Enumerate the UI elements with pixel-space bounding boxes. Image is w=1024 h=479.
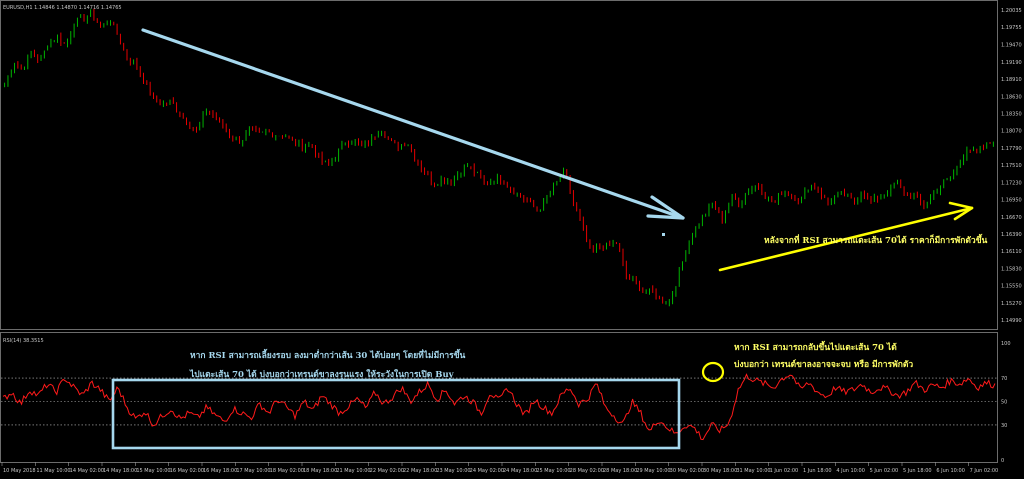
time-tick-label: 4 Jun 10:00 xyxy=(836,468,865,474)
time-tick-label: 17 May 10:00 xyxy=(236,468,270,474)
price-tick-label: 1.14990 xyxy=(1001,318,1022,324)
main-header: EURUSD,H1 1.14846 1.14870 1.14716 1.1476… xyxy=(3,5,122,11)
time-tick-label: 23 May 10:00 xyxy=(436,468,470,474)
price-tick-label: 1.19755 xyxy=(1001,25,1022,31)
time-tick-label: 16 May 18:00 xyxy=(203,468,237,474)
time-tick-label: 30 May 18:00 xyxy=(703,468,737,474)
time-axis: 10 May 2018 11 May 10:00 14 May 02:00 14 Ma… xyxy=(1,462,999,474)
time-tick-label: 29 May 10:00 xyxy=(636,468,670,474)
time-tick-label: 24 May 02:00 xyxy=(470,468,504,474)
rsi-right-note-line2: บ่งบอกว่า เทรนด์ขาลงอาจจะจบ หรือ มีการพั… xyxy=(734,359,913,370)
time-tick-label: 6 Jun 10:00 xyxy=(936,468,965,474)
price-tick-label: 1.16390 xyxy=(1001,232,1022,238)
price-axis: 1.20035 1.19755 1.19470 1.19190 1.18910 1.186… xyxy=(1001,8,1022,324)
time-tick-label: 25 May 10:00 xyxy=(536,468,570,474)
rsi-tick-label: 0 xyxy=(1001,458,1004,464)
price-tick-label: 1.18350 xyxy=(1001,112,1022,118)
price-tick-label: 1.17230 xyxy=(1001,180,1022,186)
time-tick-label: 5 Jun 18:00 xyxy=(903,468,932,474)
time-tick-label: 7 Jun 02:00 xyxy=(970,468,999,474)
time-tick-label: 28 May 02:00 xyxy=(570,468,604,474)
time-tick-label: 18 May 02:00 xyxy=(270,468,304,474)
price-tick-label: 1.19470 xyxy=(1001,43,1022,49)
time-tick-label: 11 May 10:00 xyxy=(36,468,70,474)
time-tick-label: 21 May 10:00 xyxy=(336,468,370,474)
time-tick-label: 22 May 18:00 xyxy=(403,468,437,474)
chart-canvas: EURUSD,H1 1.14846 1.14870 1.14716 1.1476… xyxy=(0,0,1022,474)
time-tick-label: 24 May 18:00 xyxy=(503,468,537,474)
time-tick-label: 30 May 02:00 xyxy=(670,468,704,474)
rsi-tick-label: 50 xyxy=(1001,400,1007,406)
price-tick-label: 1.16110 xyxy=(1001,249,1022,255)
rsi-axis: 100 70 50 30 0 xyxy=(1001,341,1011,464)
time-tick-label: 22 May 02:00 xyxy=(370,468,404,474)
rsi-tick-label: 70 xyxy=(1001,376,1007,382)
rsi-tick-label: 30 xyxy=(1001,423,1007,429)
price-tick-label: 1.19190 xyxy=(1001,60,1022,66)
time-tick-label: 1 Jun 02:00 xyxy=(770,468,799,474)
price-tick-label: 1.17790 xyxy=(1001,146,1022,152)
price-tick-label: 1.18070 xyxy=(1001,129,1022,135)
rsi-box-note-line2: ไปแตะเส้น 70 ได้ บ่งบอกว่าเทรนด์ขาลงรุนแ… xyxy=(189,369,455,380)
price-tick-label: 1.15270 xyxy=(1001,301,1022,307)
time-tick-label: 10 May 2018 xyxy=(3,468,36,474)
price-tick-label: 1.18910 xyxy=(1001,77,1022,83)
price-tick-label: 1.15550 xyxy=(1001,284,1022,290)
price-tick-label: 1.16670 xyxy=(1001,215,1022,221)
price-tick-label: 1.20035 xyxy=(1001,8,1022,14)
time-tick-label: 28 May 18:00 xyxy=(603,468,637,474)
price-tick-label: 1.17510 xyxy=(1001,163,1022,169)
time-tick-label: 1 Jun 18:00 xyxy=(803,468,832,474)
price-tick-label: 1.15830 xyxy=(1001,266,1022,272)
time-tick-label: 15 May 10:00 xyxy=(136,468,170,474)
time-tick-label: 18 May 18:00 xyxy=(303,468,337,474)
time-tick-label: 14 May 02:00 xyxy=(70,468,104,474)
price-tick-label: 1.16950 xyxy=(1001,198,1022,204)
price-tick-label: 1.18630 xyxy=(1001,94,1022,100)
main-pane xyxy=(0,0,998,330)
time-tick-label: 31 May 10:00 xyxy=(736,468,770,474)
marker-dot xyxy=(662,233,665,236)
rsi-tick-label: 100 xyxy=(1001,341,1011,347)
time-tick-label: 16 May 02:00 xyxy=(170,468,204,474)
time-tick-label: 5 Jun 02:00 xyxy=(870,468,899,474)
rsi-header: RSI(14) 38.3515 xyxy=(3,338,44,344)
time-tick-label: 14 May 18:00 xyxy=(103,468,137,474)
